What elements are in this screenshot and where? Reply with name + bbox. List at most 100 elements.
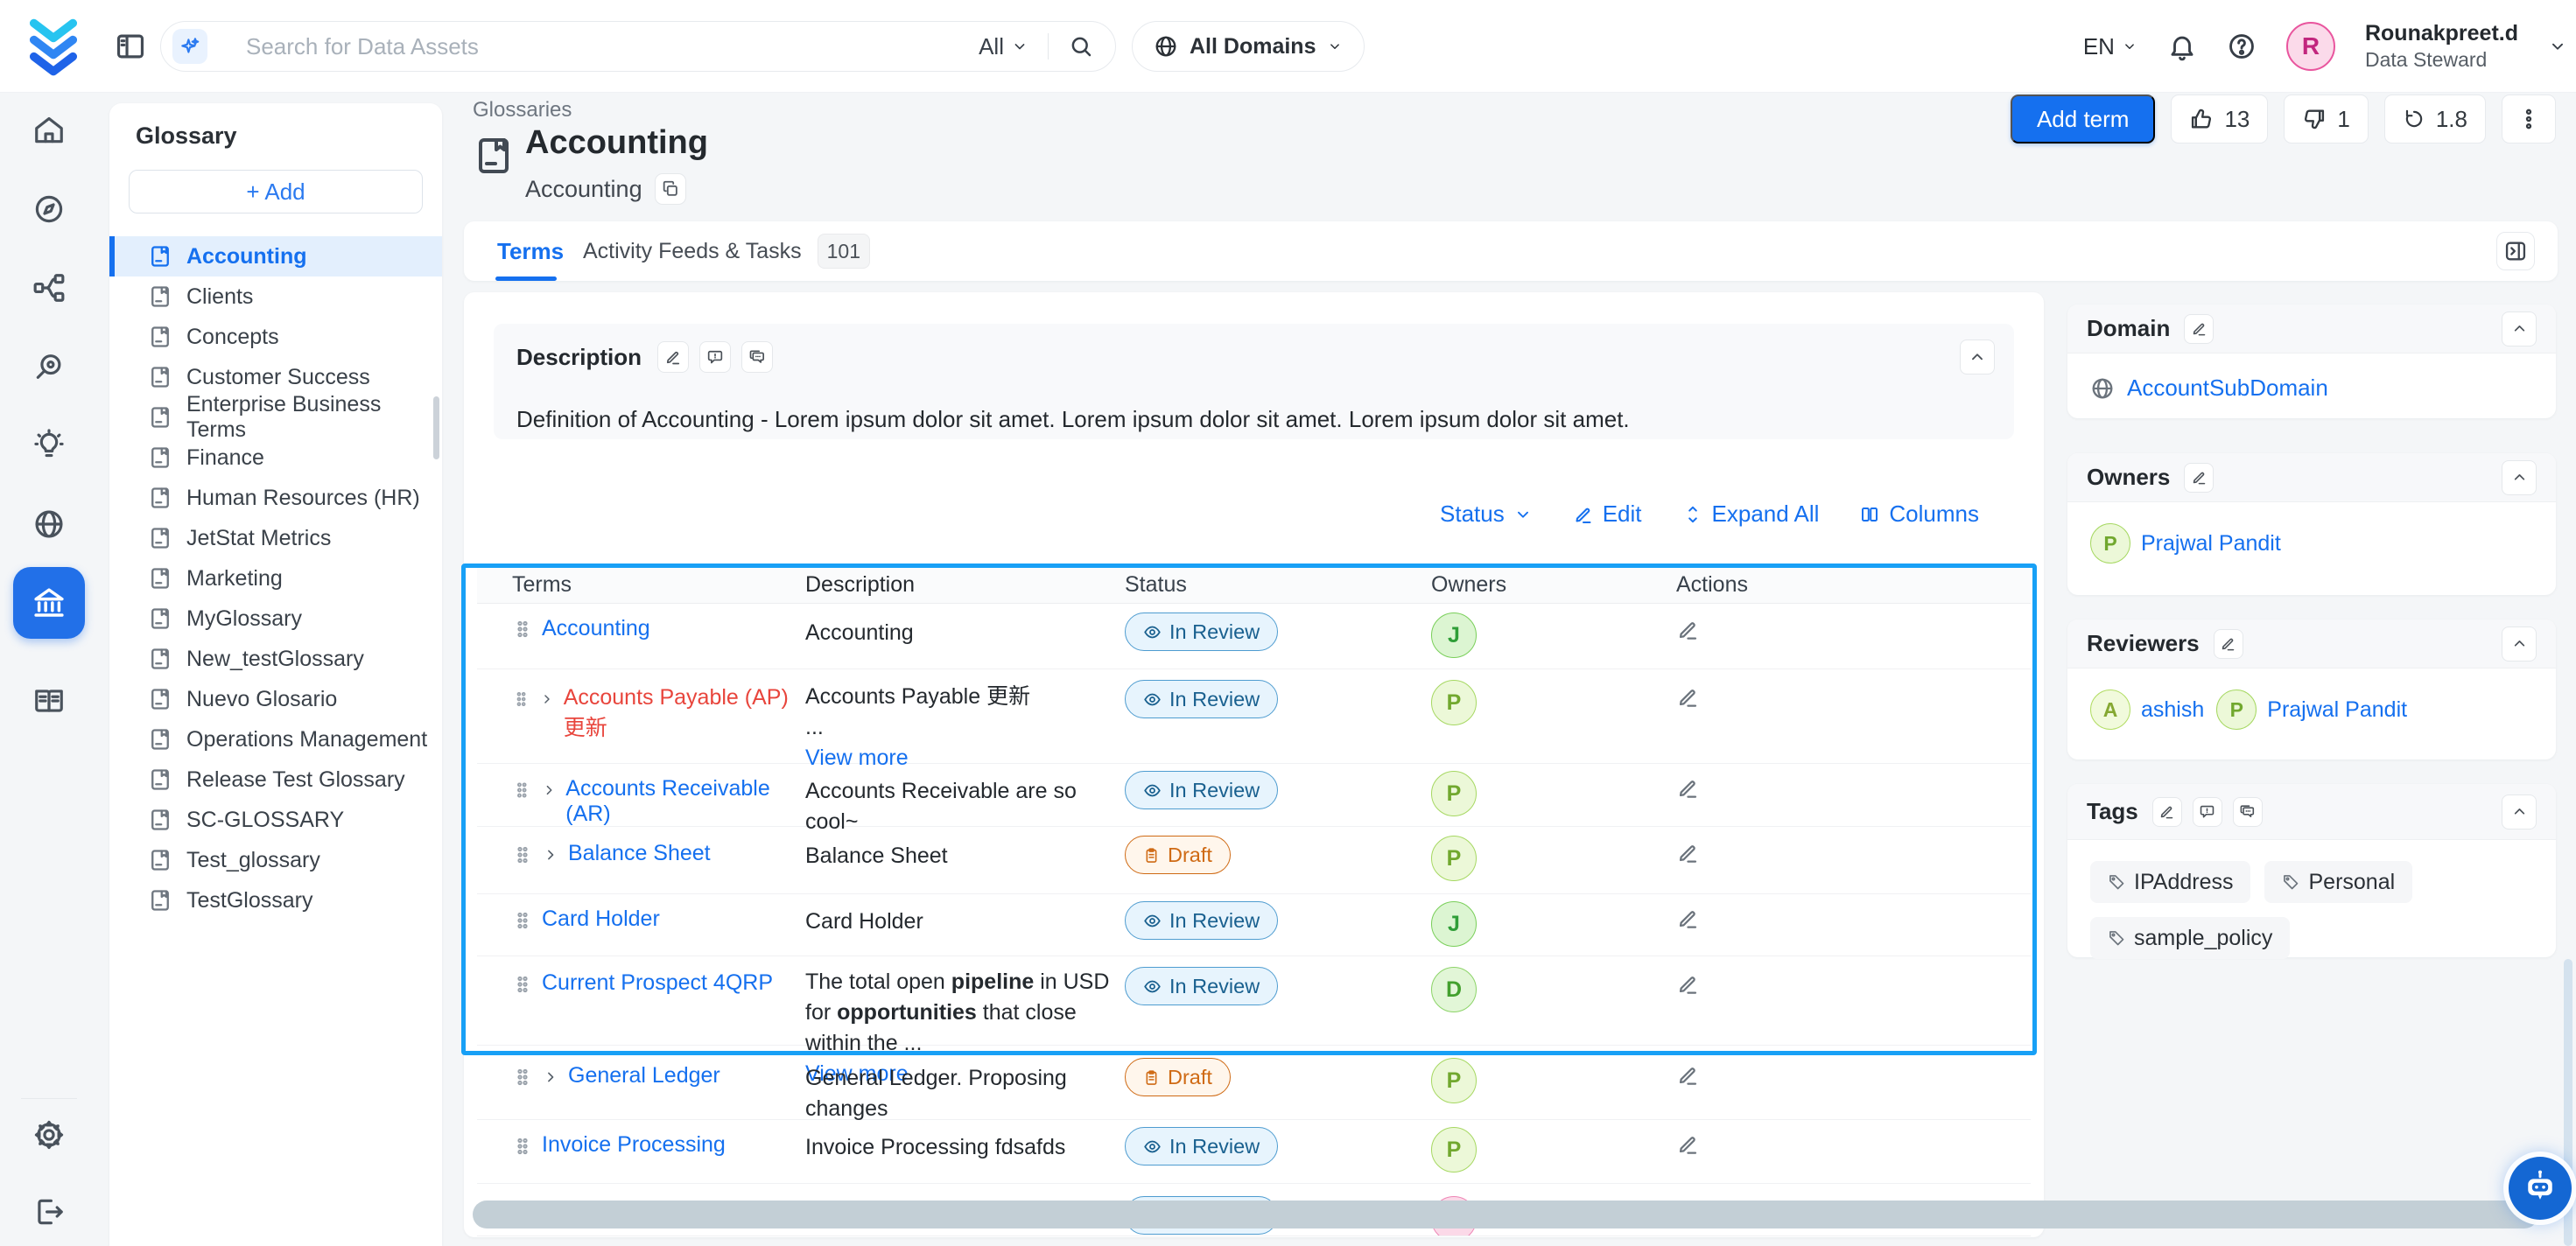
tag-chip[interactable]: IPAddress (2090, 861, 2250, 903)
drag-handle-icon[interactable] (512, 844, 533, 865)
glossary-item-concepts[interactable]: Concepts (109, 317, 442, 357)
glossary-item-clients[interactable]: Clients (109, 276, 442, 317)
glossary-item-testglossary[interactable]: TestGlossary (109, 880, 442, 920)
language-selector[interactable]: EN (2083, 33, 2137, 60)
home-icon[interactable] (32, 114, 66, 147)
suggestions-button[interactable] (741, 341, 773, 373)
term-link[interactable]: Current Prospect 4QRP (542, 970, 773, 996)
col-header-description[interactable]: Description (805, 570, 1125, 600)
owner-avatar[interactable]: P (1431, 771, 1477, 816)
explore-compass-icon[interactable] (32, 192, 66, 226)
downvote-button[interactable]: 1 (2284, 94, 2368, 144)
term-link[interactable]: General Ledger (568, 1063, 720, 1088)
collapse-reviewers-button[interactable] (2502, 626, 2537, 662)
glossary-scrollbar-thumb[interactable] (433, 396, 439, 459)
status-badge[interactable]: In Review (1125, 771, 1278, 809)
search-input[interactable]: Search for Data Assets (246, 33, 479, 60)
owner-entry[interactable]: P Prajwal Pandit (2090, 523, 2281, 564)
glossary-item-sc-glossary[interactable]: SC-GLOSSARY (109, 800, 442, 840)
search-icon[interactable] (1068, 33, 1094, 60)
glossary-item-test-glossary[interactable]: Test_glossary (109, 840, 442, 880)
glossary-item-release-test-glossary[interactable]: Release Test Glossary (109, 760, 442, 800)
search-scope-dropdown[interactable]: All (979, 33, 1028, 60)
owner-avatar[interactable]: J (1431, 901, 1477, 947)
owner-avatar[interactable]: P (1431, 1127, 1477, 1172)
app-logo-icon[interactable] (23, 16, 84, 77)
add-glossary-button[interactable]: + Add (129, 170, 423, 214)
drag-handle-icon[interactable] (512, 910, 533, 931)
collapse-owners-button[interactable] (2502, 460, 2537, 495)
edit-term-icon[interactable] (1676, 685, 1700, 709)
collapse-description-button[interactable] (1960, 340, 1995, 374)
status-filter-dropdown[interactable]: Status (1440, 500, 1533, 528)
domain-link[interactable]: AccountSubDomain (2127, 374, 2328, 402)
expand-all-button[interactable]: Expand All (1682, 500, 1820, 528)
glossary-item-enterprise-business-terms[interactable]: Enterprise Business Terms (109, 397, 442, 438)
tags-suggestions-button[interactable] (2233, 797, 2263, 827)
chat-bot-button[interactable] (2509, 1157, 2572, 1220)
columns-button[interactable]: Columns (1859, 500, 1979, 528)
col-header-owners[interactable]: Owners (1431, 572, 1667, 598)
edit-term-icon[interactable] (1676, 776, 1700, 800)
col-header-terms[interactable]: Terms (477, 572, 805, 598)
glossary-item-jetstat-metrics[interactable]: JetStat Metrics (109, 518, 442, 558)
col-header-actions[interactable]: Actions (1667, 572, 2031, 598)
term-link[interactable]: Invoice Processing (542, 1132, 726, 1158)
expand-row-icon[interactable] (541, 781, 558, 799)
breadcrumb[interactable]: Glossaries (473, 98, 572, 122)
reviewer-entry[interactable]: A ashish (2090, 690, 2204, 730)
version-history-button[interactable]: 1.8 (2384, 94, 2486, 144)
edit-term-icon[interactable] (1676, 841, 1700, 864)
lineage-flow-icon[interactable] (32, 271, 66, 304)
edit-term-icon[interactable] (1676, 618, 1700, 641)
copy-button[interactable] (655, 173, 686, 205)
expand-row-icon[interactable] (542, 846, 559, 864)
drag-handle-icon[interactable] (512, 780, 532, 801)
tag-chip[interactable]: sample_policy (2090, 917, 2290, 959)
glossary-item-new-testglossary[interactable]: New_testGlossary (109, 639, 442, 679)
status-badge[interactable]: Draft (1125, 1058, 1231, 1096)
status-badge[interactable]: In Review (1125, 612, 1278, 651)
glossary-item-nuevo-glosario[interactable]: Nuevo Glosario (109, 679, 442, 719)
collapse-domain-button[interactable] (2502, 312, 2537, 346)
status-badge[interactable]: In Review (1125, 967, 1278, 1005)
term-link[interactable]: Accounting (542, 616, 650, 641)
upvote-button[interactable]: 13 (2171, 94, 2268, 144)
edit-term-icon[interactable] (1676, 1132, 1700, 1156)
drag-handle-icon[interactable] (512, 1136, 533, 1157)
glossary-item-finance[interactable]: Finance (109, 438, 442, 478)
chevron-down-icon[interactable] (2548, 37, 2567, 56)
edit-domain-button[interactable] (2184, 314, 2214, 344)
owner-avatar[interactable]: P (1431, 836, 1477, 881)
term-link[interactable]: Accounts Payable (AP) 更新 (564, 685, 805, 742)
glossary-item-myglossary[interactable]: MyGlossary (109, 598, 442, 639)
edit-description-button[interactable] (657, 341, 689, 373)
edit-owners-button[interactable] (2184, 463, 2214, 493)
glossary-item-accounting[interactable]: Accounting (109, 236, 442, 276)
col-header-status[interactable]: Status (1125, 572, 1431, 598)
collapse-right-panel-button[interactable] (2496, 232, 2535, 270)
edit-tags-button[interactable] (2152, 797, 2182, 827)
governance-glossary-nav-active[interactable] (13, 567, 85, 639)
drag-handle-icon[interactable] (512, 974, 533, 995)
global-search-bar[interactable]: Search for Data Assets All (160, 21, 1116, 72)
reviewer-entry[interactable]: P Prajwal Pandit (2216, 690, 2407, 730)
ai-sparkle-icon[interactable] (172, 29, 207, 64)
tags-comment-button[interactable] (2193, 797, 2222, 827)
user-info[interactable]: Rounakpreet.d Data Steward (2365, 20, 2518, 73)
glossary-item-human-resources[interactable]: Human Resources (HR) (109, 478, 442, 518)
owner-avatar[interactable]: P (1431, 680, 1477, 725)
comment-button[interactable] (699, 341, 731, 373)
expand-row-icon[interactable] (539, 690, 555, 708)
glossary-item-marketing[interactable]: Marketing (109, 558, 442, 598)
edit-term-icon[interactable] (1676, 972, 1700, 996)
owner-avatar[interactable]: J (1431, 612, 1477, 658)
edit-term-icon[interactable] (1676, 906, 1700, 930)
horizontal-scrollbar[interactable] (473, 1200, 2538, 1228)
status-badge[interactable]: Draft (1125, 836, 1231, 874)
domains-selector[interactable]: All Domains (1132, 21, 1365, 72)
expand-row-icon[interactable] (542, 1068, 559, 1086)
add-term-button[interactable]: Add term (2011, 94, 2156, 144)
owner-avatar[interactable]: D (1431, 967, 1477, 1012)
glossary-item-operations-management[interactable]: Operations Management (109, 719, 442, 760)
